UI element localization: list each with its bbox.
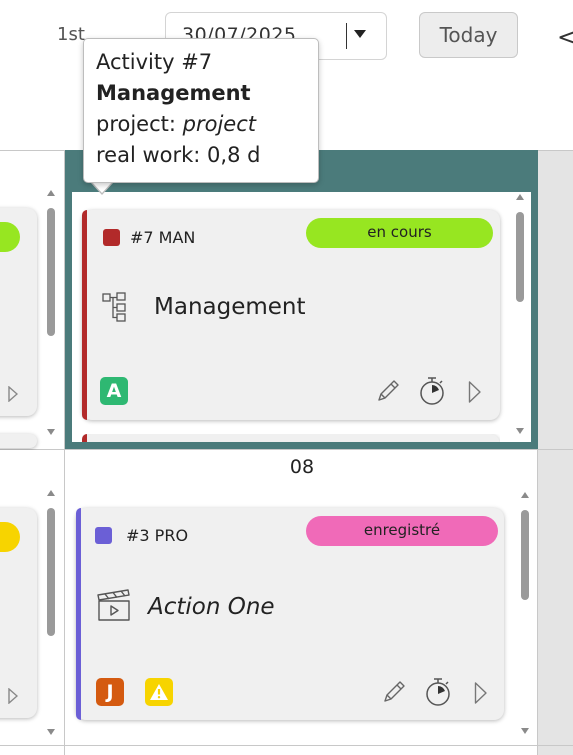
today-button[interactable]: Today <box>419 12 518 58</box>
previous-day-cell <box>0 150 64 450</box>
tooltip-project-value: project <box>182 112 256 136</box>
card-title: Management <box>154 294 306 320</box>
scroll-up-icon[interactable] <box>47 490 55 496</box>
task-card[interactable] <box>0 508 37 718</box>
scroll-up-icon[interactable] <box>47 190 55 196</box>
scroll-down-icon[interactable] <box>47 729 55 735</box>
stopwatch-icon[interactable] <box>424 676 452 708</box>
task-card-partial[interactable] <box>82 434 500 442</box>
status-badge: enregistré <box>306 516 498 546</box>
grid-row-divider <box>0 449 573 450</box>
chevron-left-icon[interactable]: < <box>557 25 573 49</box>
text-cursor <box>346 23 347 49</box>
type-color-square <box>95 527 112 544</box>
play-icon[interactable] <box>8 386 18 402</box>
stopwatch-icon[interactable] <box>418 375 446 407</box>
card-type-accent <box>82 210 87 420</box>
scrollbar[interactable] <box>45 190 57 440</box>
card-title: Action One <box>148 594 275 620</box>
assignee-avatar[interactable]: A <box>100 377 128 405</box>
warning-icon <box>150 684 168 700</box>
scrollbar[interactable] <box>514 194 526 438</box>
scroll-down-icon[interactable] <box>516 428 524 434</box>
card-type-accent <box>76 508 81 720</box>
card-type-accent <box>82 434 87 442</box>
scroll-down-icon[interactable] <box>47 429 55 435</box>
task-card[interactable] <box>0 434 37 448</box>
tooltip-project-label: project: <box>96 112 183 136</box>
task-card-action-one[interactable]: #3 PRO enregistré Action One J <box>76 508 504 720</box>
day-number: 08 <box>289 456 315 478</box>
card-reference: #3 PRO <box>126 526 189 545</box>
previous-day-cell <box>0 450 64 745</box>
play-icon[interactable] <box>8 688 18 704</box>
task-card-management[interactable]: #7 MAN en cours Management A <box>82 210 500 420</box>
task-card[interactable] <box>0 208 37 416</box>
scrollbar[interactable] <box>519 492 531 740</box>
tooltip-activity-id: Activity #7 <box>96 50 213 74</box>
scrollbar-thumb[interactable] <box>47 208 55 336</box>
play-icon[interactable] <box>468 380 482 404</box>
warning-badge[interactable] <box>145 678 173 706</box>
type-color-square <box>103 229 120 246</box>
task-card[interactable] <box>82 434 500 442</box>
edit-pencil-icon[interactable] <box>380 678 408 706</box>
edit-pencil-icon[interactable] <box>374 377 402 405</box>
period-label: 1st <box>57 24 85 45</box>
status-badge: en cours <box>306 218 493 248</box>
play-icon[interactable] <box>474 681 488 705</box>
tooltip-activity-name: Management <box>96 81 251 105</box>
scroll-down-icon[interactable] <box>521 728 529 734</box>
scrollbar[interactable] <box>45 490 57 740</box>
tooltip-project-line: project: project <box>96 109 306 140</box>
card-reference: #7 MAN <box>130 228 196 247</box>
scrollbar-thumb[interactable] <box>521 510 529 600</box>
weekend-column <box>537 150 573 755</box>
tooltip-real-work: real work: 0,8 d <box>96 143 261 167</box>
status-badge <box>0 522 20 552</box>
grid-row-divider <box>0 745 573 746</box>
scroll-up-icon[interactable] <box>521 492 529 498</box>
scrollbar-thumb[interactable] <box>47 508 55 636</box>
scroll-up-icon[interactable] <box>516 194 524 200</box>
clapperboard-icon <box>97 589 130 621</box>
assignee-avatar[interactable]: J <box>96 678 124 706</box>
activity-tooltip: Activity #7 Management project: project … <box>83 38 319 183</box>
scrollbar-thumb[interactable] <box>516 212 524 302</box>
dropdown-arrow-icon[interactable] <box>354 30 366 38</box>
status-badge <box>0 222 20 252</box>
hierarchy-icon <box>102 292 126 322</box>
tooltip-pointer <box>92 182 112 193</box>
